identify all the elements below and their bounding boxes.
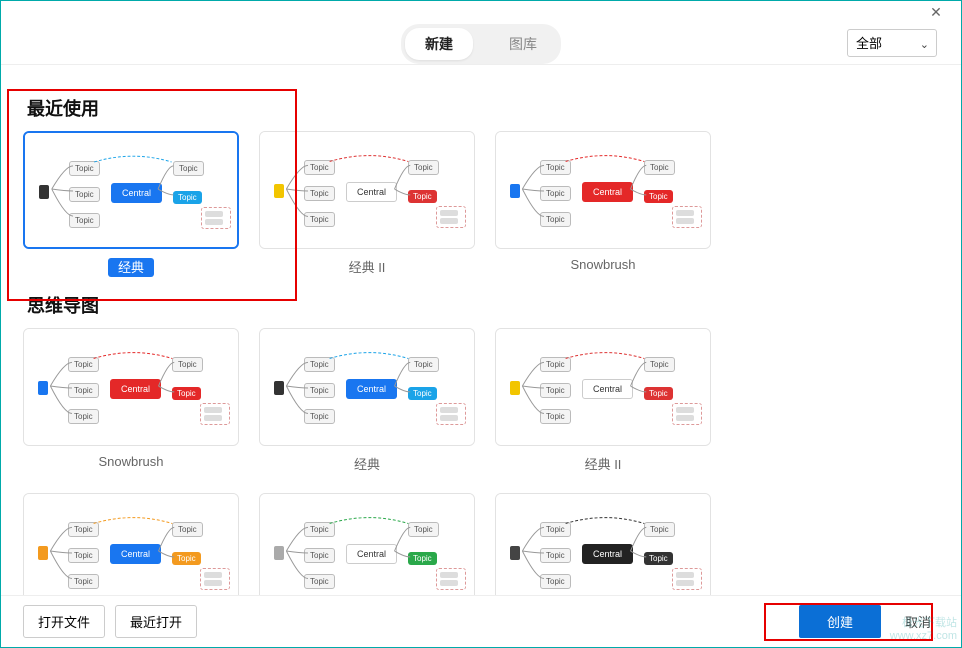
create-button[interactable]: 创建 bbox=[799, 605, 881, 638]
recent-label-0: 经典 bbox=[23, 257, 239, 276]
mindmap-card-4[interactable]: Topic Topic Topic Central Topic Topic bbox=[259, 493, 475, 595]
tab-new[interactable]: 新建 bbox=[405, 28, 473, 60]
content-scroll[interactable]: 最近使用 Topic Topic Topic Central Topic Top… bbox=[1, 65, 961, 595]
mindmap-thumb-5[interactable]: Topic Topic Topic Central Topic Topic bbox=[495, 493, 711, 595]
filter-select[interactable]: 全部 bbox=[847, 29, 937, 57]
open-file-button[interactable]: 打开文件 bbox=[23, 605, 105, 638]
recent-thumb-1[interactable]: Topic Topic Topic Central Topic Topic bbox=[259, 131, 475, 249]
mindmap-thumb-2[interactable]: Topic Topic Topic Central Topic Topic bbox=[495, 328, 711, 446]
footer: 打开文件 最近打开 创建 取消 bbox=[1, 595, 961, 647]
mindmap-card-1[interactable]: Topic Topic Topic Central Topic Topic 经典 bbox=[259, 328, 475, 473]
mindmap-thumb-1[interactable]: Topic Topic Topic Central Topic Topic bbox=[259, 328, 475, 446]
mindmap-label-2: 经典 II bbox=[495, 454, 711, 473]
recent-open-button[interactable]: 最近打开 bbox=[115, 605, 197, 638]
header-tabs: 新建 图库 bbox=[401, 24, 561, 64]
cancel-button[interactable]: 取消 bbox=[897, 606, 939, 637]
mindmap-card-5[interactable]: Topic Topic Topic Central Topic Topic bbox=[495, 493, 711, 595]
section-title-recent: 最近使用 bbox=[27, 95, 939, 121]
header: 新建 图库 全部 ⌄ bbox=[1, 23, 961, 65]
mindmap-label-1: 经典 bbox=[259, 454, 475, 473]
mindmap-label-0: Snowbrush bbox=[23, 454, 239, 469]
section-title-mindmap: 思维导图 bbox=[27, 292, 939, 318]
recent-card-1[interactable]: Topic Topic Topic Central Topic Topic 经典… bbox=[259, 131, 475, 276]
mindmap-card-0[interactable]: Topic Topic Topic Central Topic Topic Sn… bbox=[23, 328, 239, 473]
recent-card-2[interactable]: Topic Topic Topic Central Topic Topic Sn… bbox=[495, 131, 711, 276]
close-icon[interactable]: ✕ bbox=[921, 3, 951, 21]
mindmap-card-2[interactable]: Topic Topic Topic Central Topic Topic 经典… bbox=[495, 328, 711, 473]
tab-library[interactable]: 图库 bbox=[489, 28, 557, 60]
recent-thumb-2[interactable]: Topic Topic Topic Central Topic Topic bbox=[495, 131, 711, 249]
mindmap-thumb-3[interactable]: Topic Topic Topic Central Topic Topic bbox=[23, 493, 239, 595]
recent-card-0[interactable]: Topic Topic Topic Central Topic Topic 经典 bbox=[23, 131, 239, 276]
recent-thumb-0[interactable]: Topic Topic Topic Central Topic Topic bbox=[23, 131, 239, 249]
filter-dropdown[interactable]: 全部 ⌄ bbox=[847, 29, 937, 57]
mindmap-thumb-4[interactable]: Topic Topic Topic Central Topic Topic bbox=[259, 493, 475, 595]
recent-label-2: Snowbrush bbox=[495, 257, 711, 272]
titlebar: ✕ bbox=[1, 1, 961, 23]
mindmap-card-3[interactable]: Topic Topic Topic Central Topic Topic 商务 bbox=[23, 493, 239, 595]
mindmap-thumb-0[interactable]: Topic Topic Topic Central Topic Topic bbox=[23, 328, 239, 446]
mindmap-grid: Topic Topic Topic Central Topic Topic Sn… bbox=[23, 328, 939, 595]
recent-label-1: 经典 II bbox=[259, 257, 475, 276]
recent-grid: Topic Topic Topic Central Topic Topic 经典… bbox=[23, 131, 939, 276]
